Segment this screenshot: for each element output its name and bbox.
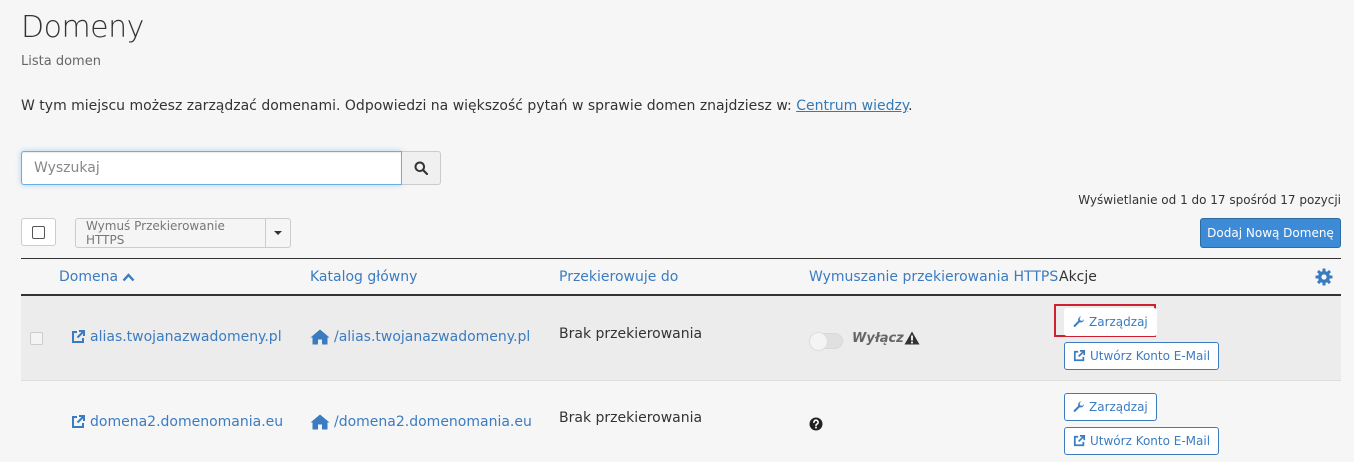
domains-table: Domena Katalog główny Przekierowuje do W… — [21, 258, 1341, 462]
redirect-value: Brak przekierowania — [559, 326, 703, 342]
bulk-action-toggle[interactable] — [266, 218, 291, 248]
pagination-info: Wyświetlanie od 1 do 17 spośród 17 pozyc… — [1078, 193, 1341, 207]
table-row: domena2.domenomania.eu /domena2.domenoma… — [21, 381, 1341, 462]
external-link-icon — [72, 330, 85, 343]
warning-icon — [904, 331, 920, 345]
page-title: Domeny — [21, 10, 144, 45]
search-input[interactable] — [21, 151, 402, 185]
column-docroot-header[interactable]: Katalog główny — [310, 269, 417, 285]
force-https-button[interactable]: Wymuś Przekierowanie HTTPS — [75, 218, 266, 248]
select-all-checkbox[interactable] — [21, 218, 56, 246]
caret-down-icon — [274, 231, 282, 235]
bulk-action-dropdown: Wymuś Przekierowanie HTTPS — [75, 218, 291, 248]
search-bar — [21, 151, 441, 185]
https-toggle-label: Wyłącz — [852, 331, 904, 346]
page-subtitle: Lista domen — [21, 54, 101, 69]
column-domain-header[interactable]: Domena — [59, 269, 135, 285]
manage-button[interactable]: Zarządzaj — [1064, 308, 1157, 336]
column-redirect-header[interactable]: Przekierowuje do — [559, 269, 678, 285]
wrench-icon — [1073, 401, 1084, 412]
gear-icon — [1315, 268, 1333, 286]
help-icon[interactable] — [809, 417, 823, 431]
knowledge-center-link[interactable]: Centrum wiedzy — [796, 98, 908, 114]
manage-button[interactable]: Zarządzaj — [1064, 393, 1157, 421]
https-toggle[interactable] — [809, 332, 843, 351]
create-email-button[interactable]: Utwórz Konto E-Mail — [1064, 342, 1220, 370]
domain-link[interactable]: alias.twojanazwadomeny.pl — [71, 329, 282, 345]
table-header: Domena Katalog główny Przekierowuje do W… — [21, 258, 1341, 296]
column-https-header[interactable]: Wymuszanie przekierowania HTTPS — [809, 269, 1058, 285]
create-email-button[interactable]: Utwórz Konto E-Mail — [1064, 427, 1220, 455]
docroot-link[interactable]: /domena2.domenomania.eu — [310, 414, 532, 430]
home-icon — [310, 329, 330, 345]
external-link-icon — [72, 415, 85, 428]
external-link-icon — [1073, 435, 1086, 447]
redirect-value: Brak przekierowania — [559, 410, 703, 426]
wrench-icon — [1073, 316, 1084, 327]
add-domain-button[interactable]: Dodaj Nową Domenę — [1200, 218, 1341, 248]
search-button[interactable] — [402, 151, 441, 185]
intro-text: W tym miejscu możesz zarządzać domenami.… — [21, 98, 913, 114]
column-settings-button[interactable] — [1315, 268, 1333, 286]
external-link-icon — [1073, 350, 1086, 362]
table-row: alias.twojanazwadomeny.pl /alias.twojana… — [21, 296, 1341, 381]
search-icon — [414, 161, 428, 175]
home-icon — [310, 414, 330, 430]
column-actions-header: Akcje — [1059, 269, 1097, 285]
docroot-link[interactable]: /alias.twojanazwadomeny.pl — [310, 329, 530, 345]
sort-up-icon — [122, 272, 135, 281]
domain-link[interactable]: domena2.domenomania.eu — [71, 414, 283, 430]
row-checkbox[interactable] — [30, 332, 43, 345]
